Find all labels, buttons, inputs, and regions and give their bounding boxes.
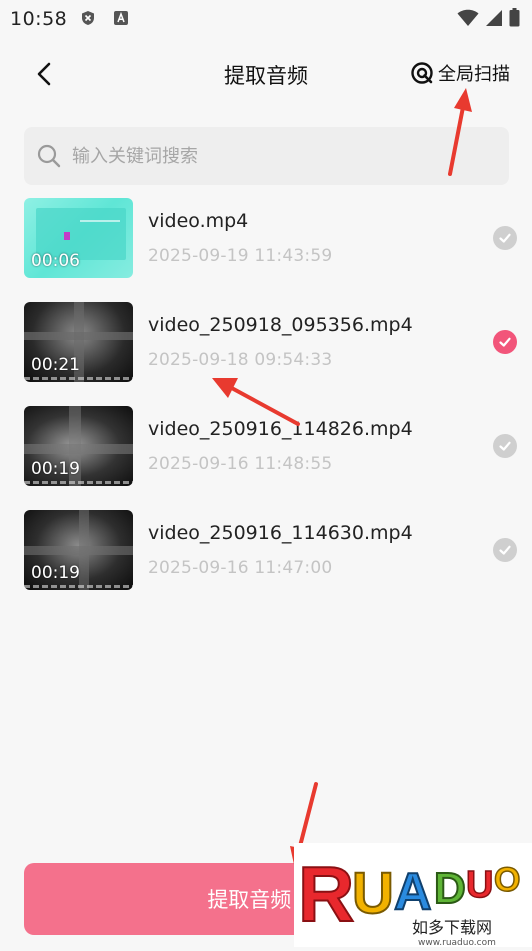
video-thumbnail: 00:19 [24,510,133,590]
check-icon [499,545,511,555]
global-scan-button[interactable]: 全局扫描 [410,60,510,86]
search-bar[interactable] [24,127,509,185]
system-icons [457,8,520,31]
select-checkbox[interactable] [493,434,517,458]
video-duration: 00:19 [31,459,80,479]
file-name: video_250916_114630.mp4 [148,522,413,544]
wifi-icon [457,9,479,31]
signal-icon [485,9,503,31]
select-checkbox[interactable] [493,226,517,250]
status-time: 10:58 [10,8,68,30]
select-checkbox[interactable] [493,538,517,562]
annotation-arrow-scan [448,88,472,176]
search-icon [37,144,61,168]
svg-text:D: D [434,864,466,913]
watermark-caption: 如多下载网 [412,918,492,937]
file-name: video_250918_095356.mp4 [148,314,413,336]
global-scan-label: 全局扫描 [438,64,510,85]
select-checkbox[interactable] [493,330,517,354]
watermark-url: www.ruaduo.com [418,938,496,947]
list-item[interactable]: 00:06 video.mp4 2025-09-19 11:43:59 [0,196,532,300]
video-thumbnail: 00:21 [24,302,133,382]
check-icon [499,337,511,347]
video-duration: 00:21 [31,355,80,375]
check-icon [499,441,511,451]
file-name: video.mp4 [148,210,249,232]
svg-text:O: O [494,861,520,899]
svg-text:R: R [298,850,354,938]
video-thumbnail: 00:19 [24,406,133,486]
video-thumbnail: 00:06 [24,198,133,278]
svg-text:U: U [466,864,493,906]
search-input[interactable] [70,144,494,168]
svg-text:A: A [394,863,432,921]
video-duration: 00:06 [31,251,80,271]
video-duration: 00:19 [31,563,80,583]
file-date: 2025-09-16 11:47:00 [148,558,333,578]
status-bar: 10:58 [0,0,532,36]
notification-app-icon [113,10,129,26]
check-icon [499,233,511,243]
file-date: 2025-09-19 11:43:59 [148,246,333,266]
list-item[interactable]: 00:19 video_250916_114630.mp4 2025-09-16… [0,508,532,612]
shield-icon [80,10,96,26]
scan-icon [411,62,433,84]
battery-icon [509,8,520,31]
file-date: 2025-09-16 11:48:55 [148,454,333,474]
svg-text:U: U [352,861,394,926]
watermark-logo: R U A D U O 如多下载网 www.ruaduo.com [294,843,532,948]
file-date: 2025-09-18 09:54:33 [148,350,333,370]
annotation-arrow-item [212,378,300,426]
